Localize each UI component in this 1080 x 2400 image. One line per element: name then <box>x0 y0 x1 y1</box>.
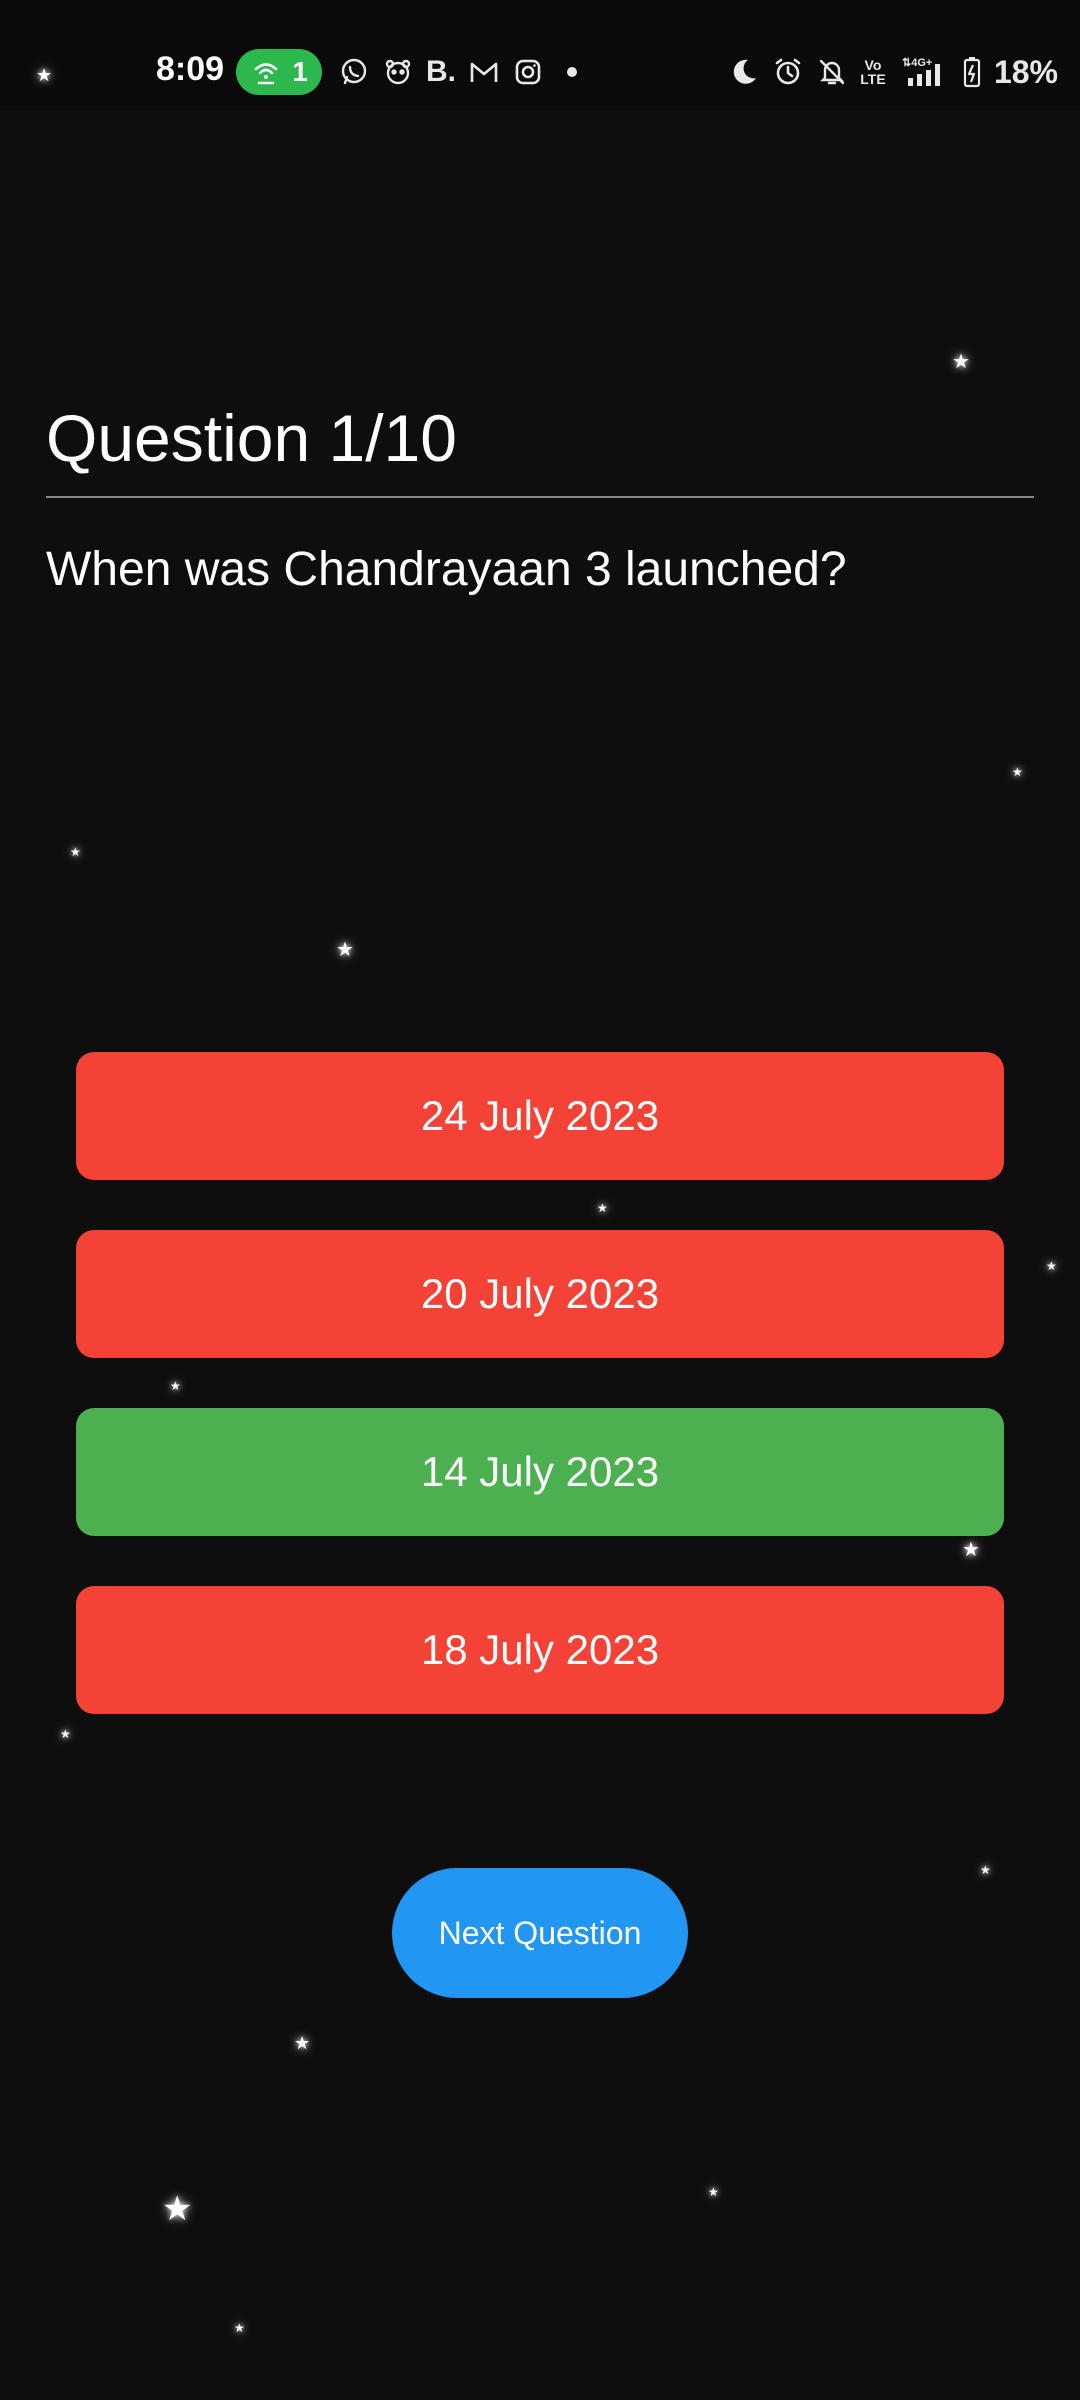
answer-option-2[interactable]: 20 July 2023 <box>76 1230 1004 1358</box>
star-decoration: ★ <box>708 2185 719 2199</box>
next-question-button[interactable]: Next Question <box>392 1868 688 1998</box>
star-decoration: ★ <box>162 2190 193 2228</box>
dot-icon <box>556 56 588 88</box>
quiz-screen: ★ 8:09 1 B. Vo LTE ⇅4G+ 18% ★ ★ ★ ★ ★ ★ … <box>0 0 1080 2400</box>
question-counter: Question 1/10 <box>46 401 457 475</box>
signal-icon: ⇅4G+ <box>898 56 950 88</box>
divider <box>46 496 1034 498</box>
hotspot-count: 1 <box>292 56 308 87</box>
star-decoration: ★ <box>952 351 970 373</box>
star-decoration: ★ <box>1012 765 1023 779</box>
answer-option-1[interactable]: 24 July 2023 <box>76 1052 1004 1180</box>
hotspot-icon <box>250 56 282 88</box>
hotspot-pill[interactable]: 1 <box>236 49 322 95</box>
whatsapp-icon <box>338 56 370 88</box>
star-decoration: ★ <box>234 2321 245 2335</box>
status-time: 8:09 <box>156 50 225 88</box>
star-decoration: ★ <box>70 845 81 859</box>
star-decoration: ★ <box>1046 1259 1057 1273</box>
moon-icon <box>728 56 760 88</box>
answer-option-3[interactable]: 14 July 2023 <box>76 1408 1004 1536</box>
star-decoration: ★ <box>336 939 354 961</box>
battery-percent: 18% <box>993 53 1058 90</box>
question-text: When was Chandrayaan 3 launched? <box>46 543 847 596</box>
instagram-icon <box>512 56 544 88</box>
bear-app-icon <box>382 56 414 88</box>
gmail-icon <box>468 56 500 88</box>
star-decoration: ★ <box>980 1863 991 1877</box>
system-icons: Vo LTE ⇅4G+ 18% <box>728 52 1058 92</box>
star-decoration: ★ <box>36 65 53 85</box>
notification-icons: B. <box>338 52 588 92</box>
star-decoration: ★ <box>294 2033 311 2053</box>
svg-text:⇅4G+: ⇅4G+ <box>902 57 932 69</box>
mute-icon <box>816 56 848 88</box>
alarm-icon <box>772 56 804 88</box>
battery-icon <box>962 56 982 88</box>
answer-list: 24 July 2023 20 July 2023 14 July 2023 1… <box>76 1052 1004 1764</box>
star-decoration: ★ <box>60 1727 71 1741</box>
status-bar: ★ 8:09 1 B. Vo LTE ⇅4G+ 18% <box>0 0 1080 106</box>
volte-icon: Vo LTE <box>860 57 886 87</box>
b-app-icon: B. <box>426 55 456 88</box>
answer-option-4[interactable]: 18 July 2023 <box>76 1586 1004 1714</box>
